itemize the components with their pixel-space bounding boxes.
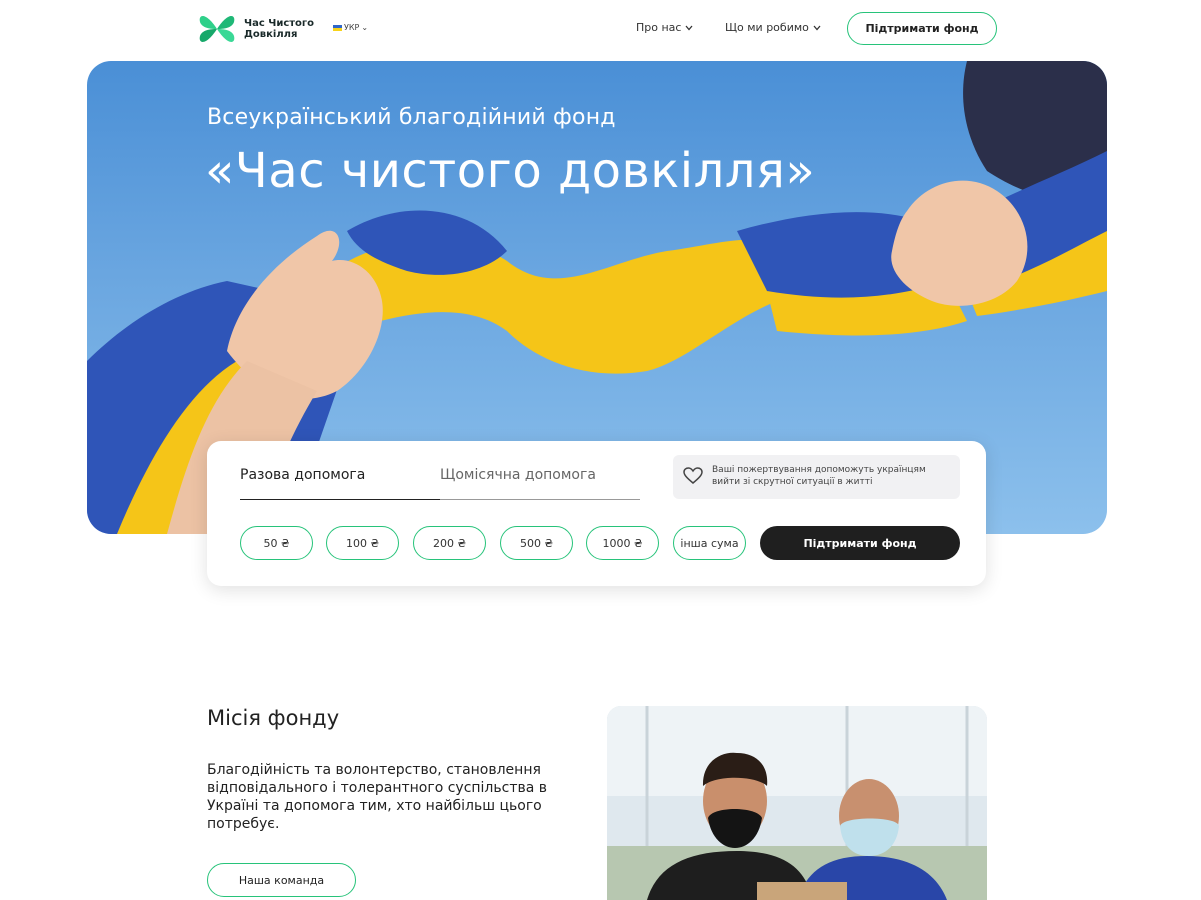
donation-info-box: Ваші пожертвування допоможуть українцям … <box>673 455 960 499</box>
mission-title: Місія фонду <box>207 706 340 730</box>
donation-card: Разова допомога Щомісячна допомога Ваші … <box>207 441 986 586</box>
logo-text: Час Чистого Довкілля <box>244 18 315 40</box>
chevron-down-icon <box>685 25 693 30</box>
amount-100-button[interactable]: 100 ₴ <box>326 526 399 560</box>
nav-about[interactable]: Про нас <box>636 21 693 34</box>
donate-submit-button[interactable]: Підтримати фонд <box>760 526 960 560</box>
amount-1000-button[interactable]: 1000 ₴ <box>586 526 659 560</box>
amount-50-button[interactable]: 50 ₴ <box>240 526 313 560</box>
language-label: УКР <box>344 23 360 32</box>
our-team-button[interactable]: Наша команда <box>207 863 356 897</box>
logo[interactable]: Час Чистого Довкілля <box>196 8 314 50</box>
nav-what-we-do-label: Що ми робимо <box>725 21 809 34</box>
tab-monthly[interactable]: Щомісячна допомога <box>440 467 640 500</box>
chevron-down-icon <box>813 25 821 30</box>
mission-photo <box>607 706 987 900</box>
mission-text: Благодійність та волонтерство, становлен… <box>207 762 548 832</box>
nav-about-label: Про нас <box>636 21 682 34</box>
site-header: Час Чистого Довкілля УКР ⌄ Про нас Що ми… <box>0 0 1201 58</box>
chevron-down-icon: ⌄ <box>361 23 369 32</box>
amount-500-button[interactable]: 500 ₴ <box>500 526 573 560</box>
support-fund-button[interactable]: Підтримати фонд <box>847 12 997 45</box>
amount-200-button[interactable]: 200 ₴ <box>413 526 486 560</box>
nav-what-we-do[interactable]: Що ми робимо <box>725 21 821 34</box>
logo-icon <box>199 16 235 42</box>
language-switcher[interactable]: УКР ⌄ <box>333 23 368 32</box>
donation-info-text: Ваші пожертвування допоможуть українцям … <box>712 465 926 487</box>
heart-icon <box>683 467 703 484</box>
amount-other-button[interactable]: інша сума <box>673 526 746 560</box>
hero-subtitle: Всеукраїнський благодійний фонд <box>207 105 616 130</box>
hero-title: «Час чистого довкілля» <box>205 143 816 199</box>
volunteers-photo <box>607 706 987 900</box>
tab-one-time[interactable]: Разова допомога <box>240 467 440 500</box>
ukraine-flag-icon <box>333 24 342 31</box>
